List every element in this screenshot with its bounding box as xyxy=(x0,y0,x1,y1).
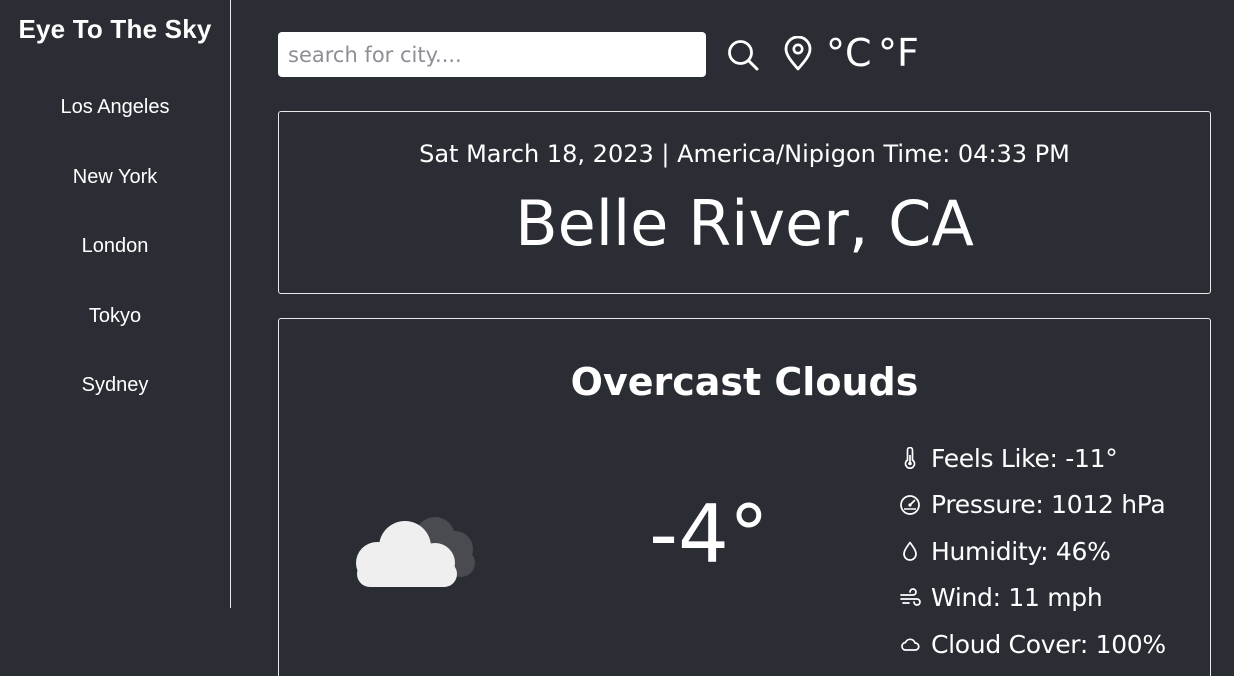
fahrenheit-toggle[interactable]: °F xyxy=(878,28,919,78)
gauge-icon xyxy=(900,494,920,515)
current-location-button[interactable] xyxy=(782,35,814,72)
cloud-icon xyxy=(901,638,920,652)
city-link-tokyo[interactable]: Tokyo xyxy=(0,301,230,371)
wind-icon xyxy=(900,587,921,606)
app-title: Eye To The Sky xyxy=(18,14,212,44)
feels-like-text: Feels Like: -11° xyxy=(931,443,1118,473)
droplet-icon xyxy=(903,541,917,562)
city-title: Belle River, CA xyxy=(515,187,974,260)
search-icon xyxy=(728,40,759,71)
weather-card: Overcast Clouds -4° Feels Like: -11° Pre… xyxy=(278,318,1211,676)
humidity-text: Humidity: 46% xyxy=(931,536,1111,566)
cloud-cover-text: Cloud Cover: 100% xyxy=(931,629,1166,659)
city-link-london[interactable]: London xyxy=(0,231,230,301)
city-link-sydney[interactable]: Sydney xyxy=(0,370,230,440)
stat-humidity: Humidity: 46% xyxy=(899,528,1166,575)
weather-app: Eye To The Sky Los Angeles New York Lond… xyxy=(0,0,1234,676)
overcast-cloud-icon xyxy=(356,517,475,587)
search-input[interactable] xyxy=(278,32,706,77)
stat-pressure: Pressure: 1012 hPa xyxy=(899,482,1166,529)
wind-text: Wind: 11 mph xyxy=(931,583,1103,613)
weather-stats: Feels Like: -11° Pressure: 1012 hPa Humi… xyxy=(899,435,1166,668)
stat-feels-like: Feels Like: -11° xyxy=(899,435,1166,482)
thermometer-icon xyxy=(904,447,916,470)
stat-cloud-cover: Cloud Cover: 100% xyxy=(899,621,1166,668)
city-link-los-angeles[interactable]: Los Angeles xyxy=(0,92,230,162)
current-temperature: -4° xyxy=(649,488,769,581)
date-time-text: Sat March 18, 2023 | America/Nipigon Tim… xyxy=(419,140,1070,168)
location-pin-icon xyxy=(784,35,812,71)
pressure-text: Pressure: 1012 hPa xyxy=(931,490,1166,520)
city-link-new-york[interactable]: New York xyxy=(0,162,230,232)
sidebar: Eye To The Sky Los Angeles New York Lond… xyxy=(0,0,231,608)
weather-condition: Overcast Clouds xyxy=(570,360,919,404)
stat-wind: Wind: 11 mph xyxy=(899,575,1166,622)
location-card: Sat March 18, 2023 | America/Nipigon Tim… xyxy=(278,111,1211,294)
city-list: Los Angeles New York London Tokyo Sydney xyxy=(0,92,230,440)
celsius-toggle[interactable]: °C xyxy=(826,28,872,78)
search-button[interactable] xyxy=(726,38,760,72)
